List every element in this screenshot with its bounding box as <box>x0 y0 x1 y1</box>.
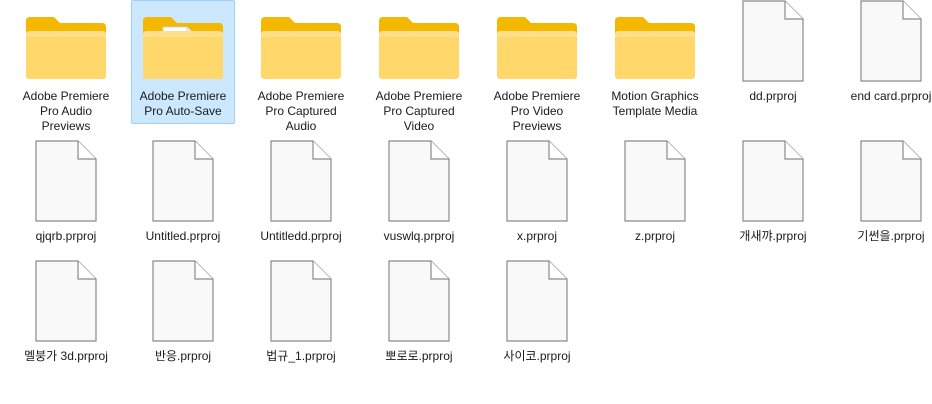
folder-item[interactable]: Adobe Premiere Pro Auto-Save <box>131 0 235 124</box>
folder-item[interactable]: Adobe Premiere Pro Video Previews <box>485 0 589 139</box>
item-label: qjqrb.prproj <box>35 229 97 243</box>
file-icon <box>368 260 470 349</box>
file-icon <box>15 260 117 349</box>
item-label: dd.prproj <box>749 89 797 103</box>
folder-icon <box>15 1 117 89</box>
file-grid: Adobe Premiere Pro Audio Previews Adobe … <box>0 0 932 404</box>
file-item[interactable]: vuswlq.prproj <box>367 140 471 249</box>
file-item[interactable]: Untitled.prproj <box>131 140 235 249</box>
file-item[interactable]: 법규_1.prproj <box>249 260 353 369</box>
file-item[interactable]: 사이코.prproj <box>485 260 589 369</box>
file-item[interactable]: x.prproj <box>485 140 589 249</box>
item-label: 사이코.prproj <box>503 349 571 363</box>
file-item[interactable]: dd.prproj <box>721 0 825 109</box>
item-label: vuswlq.prproj <box>383 229 455 243</box>
file-icon <box>486 260 588 349</box>
item-label: 법규_1.prproj <box>266 349 336 363</box>
file-icon <box>840 140 932 229</box>
item-label: Motion Graphics Template Media <box>611 89 699 118</box>
item-label: Adobe Premiere Pro Auto-Save <box>139 89 227 118</box>
item-label: z.prproj <box>634 229 675 243</box>
file-item[interactable]: 뽀로로.prproj <box>367 260 471 369</box>
file-icon <box>722 0 824 89</box>
item-label: 기썬을.prproj <box>857 229 925 243</box>
file-item[interactable]: 기썬을.prproj <box>839 140 932 249</box>
file-item[interactable]: 반응.prproj <box>131 260 235 369</box>
item-label: Adobe Premiere Pro Video Previews <box>493 89 581 133</box>
file-item[interactable]: 멜붕가 3d.prproj <box>14 260 118 369</box>
file-icon <box>840 0 932 89</box>
folder-with-document-icon <box>132 1 234 89</box>
folder-item[interactable]: Adobe Premiere Pro Captured Audio <box>249 0 353 139</box>
file-item[interactable]: end card.prproj <box>839 0 932 109</box>
file-icon <box>486 140 588 229</box>
file-icon <box>250 140 352 229</box>
file-item[interactable]: Untitledd.prproj <box>249 140 353 249</box>
file-icon <box>368 140 470 229</box>
item-label: Untitled.prproj <box>145 229 221 243</box>
folder-item[interactable]: Adobe Premiere Pro Audio Previews <box>14 0 118 139</box>
file-icon <box>722 140 824 229</box>
item-label: end card.prproj <box>850 89 932 103</box>
file-item[interactable]: z.prproj <box>603 140 707 249</box>
folder-icon <box>368 1 470 89</box>
item-label: 개새꺄.prproj <box>739 229 807 243</box>
file-icon <box>132 140 234 229</box>
folder-icon <box>250 1 352 89</box>
folder-item[interactable]: Motion Graphics Template Media <box>603 0 707 124</box>
item-label: Adobe Premiere Pro Captured Audio <box>257 89 345 133</box>
folder-icon <box>486 1 588 89</box>
folder-icon <box>604 1 706 89</box>
file-item[interactable]: 개새꺄.prproj <box>721 140 825 249</box>
item-label: x.prproj <box>516 229 557 243</box>
item-label: 반응.prproj <box>154 349 212 363</box>
file-item[interactable]: qjqrb.prproj <box>14 140 118 249</box>
folder-item[interactable]: Adobe Premiere Pro Captured Video <box>367 0 471 139</box>
file-icon <box>250 260 352 349</box>
item-label: 뽀로로.prproj <box>385 349 453 363</box>
item-label: 멜붕가 3d.prproj <box>24 349 108 363</box>
item-label: Adobe Premiere Pro Audio Previews <box>22 89 110 133</box>
file-icon <box>132 260 234 349</box>
file-icon <box>604 140 706 229</box>
item-label: Adobe Premiere Pro Captured Video <box>375 89 463 133</box>
file-icon <box>15 140 117 229</box>
item-label: Untitledd.prproj <box>260 229 342 243</box>
